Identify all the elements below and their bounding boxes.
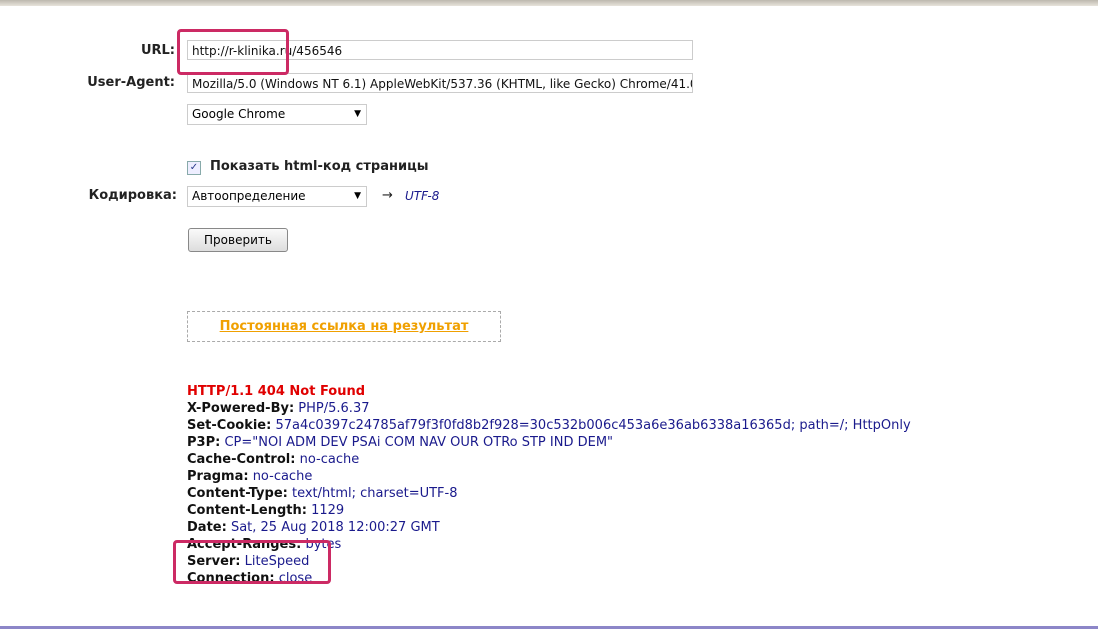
header-value: 1129 [311,503,345,518]
permalink-box: Постоянная ссылка на результат [187,311,501,342]
window-bottom-border [0,626,1098,629]
header-row: X-Powered-By: PHP/5.6.37 [187,400,911,417]
status-line: HTTP/1.1 404 Not Found [187,384,366,399]
header-value: no-cache [252,469,313,484]
header-row: Pragma: no-cache [187,468,911,485]
header-row: Date: Sat, 25 Aug 2018 12:00:27 GMT [187,519,911,536]
header-row: Content-Length: 1129 [187,502,911,519]
header-name: Cache-Control: [187,452,296,467]
encoding-select-value: Автоопределение [192,189,306,203]
browser-select-value: Google Chrome [192,107,286,121]
show-html-label: Показать html-код страницы [210,159,429,174]
header-row: Cache-Control: no-cache [187,451,911,468]
header-name: Content-Type: [187,486,288,501]
user-agent-input[interactable]: Mozilla/5.0 (Windows NT 6.1) AppleWebKit… [187,73,693,93]
url-highlight-box [177,29,289,75]
user-agent-label: User-Agent: [87,75,175,90]
header-value: text/html; charset=UTF-8 [291,486,458,501]
browser-select[interactable]: Google Chrome ▼ [187,104,367,125]
header-name: P3P: [187,435,221,450]
window-top-border [0,0,1098,6]
server-highlight-box [173,540,331,584]
show-html-checkbox[interactable]: ✓ [187,161,201,175]
header-name: X-Powered-By: [187,401,295,416]
header-name: Pragma: [187,469,249,484]
encoding-select[interactable]: Автоопределение ▼ [187,186,367,207]
header-value: PHP/5.6.37 [298,401,370,416]
check-button[interactable]: Проверить [188,228,288,252]
chevron-down-icon: ▼ [354,109,361,119]
header-name: Set-Cookie: [187,418,272,433]
url-label: URL: [140,43,175,58]
header-value: no-cache [299,452,360,467]
detected-encoding: UTF-8 [405,189,440,203]
permalink-link[interactable]: Постоянная ссылка на результат [220,319,469,334]
header-row: Content-Type: text/html; charset=UTF-8 [187,485,911,502]
header-value: 57a4c0397c24785af79f3f0fd8b2f928=30c532b… [275,418,911,433]
header-name: Date: [187,520,227,535]
header-row: P3P: CP="NOI ADM DEV PSAi COM NAV OUR OT… [187,434,911,451]
chevron-down-icon: ▼ [354,191,361,201]
arrow-icon: → [382,188,393,203]
header-value: Sat, 25 Aug 2018 12:00:27 GMT [230,520,440,535]
encoding-label: Кодировка: [88,188,177,203]
header-name: Content-Length: [187,503,307,518]
header-row: Set-Cookie: 57a4c0397c24785af79f3f0fd8b2… [187,417,911,434]
header-value: CP="NOI ADM DEV PSAi COM NAV OUR OTRo ST… [224,435,614,450]
